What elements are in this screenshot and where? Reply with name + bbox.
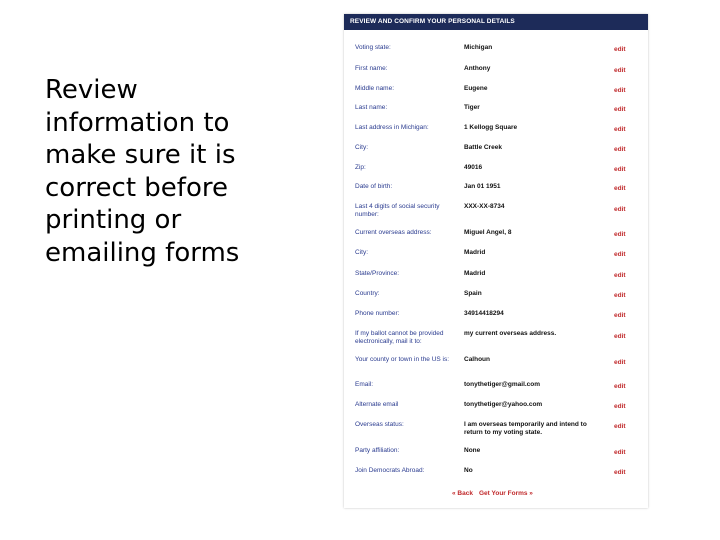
edit-link[interactable]: edit bbox=[614, 449, 626, 457]
edit-link[interactable]: edit bbox=[614, 126, 626, 134]
field-label: Last name: bbox=[355, 104, 388, 111]
field-label: If my ballot cannot be provided electron… bbox=[355, 330, 444, 345]
edit-link[interactable]: edit bbox=[614, 146, 626, 154]
field-value: XXX-XX-8734 bbox=[464, 203, 505, 210]
field-label: Party affiliation: bbox=[355, 447, 400, 454]
field-label: Voting state: bbox=[355, 44, 391, 51]
edit-link[interactable]: edit bbox=[614, 206, 626, 214]
field-value: Miguel Angel, 8 bbox=[464, 229, 512, 236]
edit-link[interactable]: edit bbox=[614, 46, 626, 54]
edit-link[interactable]: edit bbox=[614, 292, 626, 300]
field-value: Jan 01 1951 bbox=[464, 183, 501, 190]
field-value: 1 Kellogg Square bbox=[464, 124, 518, 131]
field-value: Tiger bbox=[464, 104, 480, 111]
field-value: Michigan bbox=[464, 44, 493, 51]
field-label: Phone number: bbox=[355, 310, 400, 317]
edit-link[interactable]: edit bbox=[614, 272, 626, 280]
edit-link[interactable]: edit bbox=[614, 312, 626, 320]
edit-link[interactable]: edit bbox=[614, 423, 626, 431]
edit-link[interactable]: edit bbox=[614, 469, 626, 477]
field-label: First name: bbox=[355, 65, 388, 72]
form-navigation: « Back Get Your Forms » bbox=[452, 490, 533, 497]
field-label: Join Democrats Abroad: bbox=[355, 467, 425, 474]
field-value: Madrid bbox=[464, 270, 486, 277]
field-label: City: bbox=[355, 249, 368, 256]
edit-link[interactable]: edit bbox=[614, 333, 626, 341]
field-label: Alternate email bbox=[355, 401, 399, 408]
edit-link[interactable]: edit bbox=[614, 106, 626, 114]
field-label: Email: bbox=[355, 381, 374, 388]
field-value: 49016 bbox=[464, 164, 483, 171]
field-label: Last 4 digits of social security number: bbox=[355, 203, 440, 218]
field-value: 34914418294 bbox=[464, 310, 504, 317]
field-value: No bbox=[464, 467, 473, 474]
field-label: Country: bbox=[355, 290, 380, 297]
field-value: Battle Creek bbox=[464, 144, 502, 151]
panel-title: REVIEW AND CONFIRM YOUR PERSONAL DETAILS bbox=[344, 14, 648, 30]
edit-link[interactable]: edit bbox=[614, 185, 626, 193]
slide-caption: Review information to make sure it is co… bbox=[45, 75, 240, 268]
field-value: Madrid bbox=[464, 249, 486, 256]
field-value: Eugene bbox=[464, 85, 488, 92]
field-value: I am overseas temporarily and intend to … bbox=[464, 421, 587, 436]
edit-link[interactable]: edit bbox=[614, 67, 626, 75]
field-value: tonythetiger@yahoo.com bbox=[464, 401, 543, 408]
field-label: State/Province: bbox=[355, 270, 400, 277]
field-label: Current overseas address: bbox=[355, 229, 432, 236]
edit-link[interactable]: edit bbox=[614, 251, 626, 259]
field-label: Date of birth: bbox=[355, 183, 393, 190]
field-value: Calhoun bbox=[464, 356, 490, 363]
field-label: City: bbox=[355, 144, 368, 151]
edit-link[interactable]: edit bbox=[614, 359, 626, 367]
edit-link[interactable]: edit bbox=[614, 383, 626, 391]
field-label: Your county or town in the US is: bbox=[355, 356, 450, 363]
review-details-panel: REVIEW AND CONFIRM YOUR PERSONAL DETAILS… bbox=[344, 14, 648, 508]
field-value: Spain bbox=[464, 290, 482, 297]
field-value: Anthony bbox=[464, 65, 491, 72]
field-label: Middle name: bbox=[355, 85, 395, 92]
field-label: Last address in Michigan: bbox=[355, 124, 429, 131]
field-value: tonythetiger@gmail.com bbox=[464, 381, 541, 388]
field-label: Overseas status: bbox=[355, 421, 404, 428]
edit-link[interactable]: edit bbox=[614, 87, 626, 95]
field-value: my current overseas address. bbox=[464, 330, 557, 337]
edit-link[interactable]: edit bbox=[614, 403, 626, 411]
edit-link[interactable]: edit bbox=[614, 231, 626, 239]
edit-link[interactable]: edit bbox=[614, 166, 626, 174]
field-value: None bbox=[464, 447, 481, 454]
get-your-forms-link[interactable]: Get Your Forms » bbox=[479, 490, 533, 497]
back-link[interactable]: « Back bbox=[452, 490, 473, 497]
field-label: Zip: bbox=[355, 164, 366, 171]
